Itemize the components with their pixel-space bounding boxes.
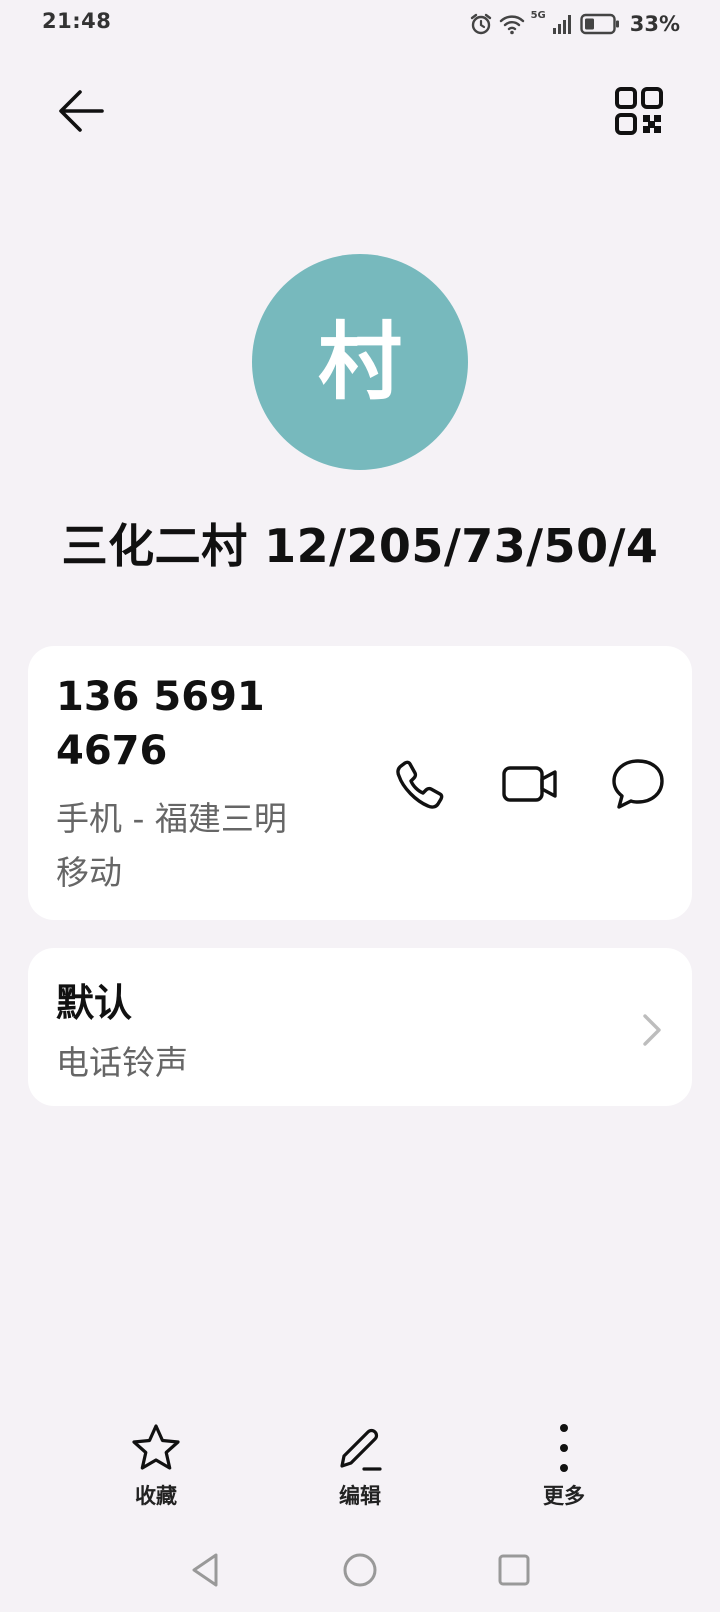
nav-home-button[interactable] <box>340 1550 380 1590</box>
phone-label: 手机 - 福建三明 移动 <box>56 792 356 900</box>
status-bar: 21:48 5G 33% <box>0 0 720 48</box>
more-label: 更多 <box>543 1484 585 1508</box>
phone-number-line1: 136 5691 <box>56 674 265 720</box>
arrow-left-icon <box>59 90 104 132</box>
message-icon <box>612 759 664 809</box>
video-call-icon <box>502 766 557 802</box>
network-type: 5G <box>530 10 546 21</box>
favorite-button[interactable]: 收藏 <box>96 1420 216 1510</box>
phone-icon <box>396 760 444 809</box>
signal-icon <box>552 15 571 34</box>
ringtone-subtitle: 电话铃声 <box>56 1043 188 1082</box>
nav-back-button[interactable] <box>186 1550 226 1590</box>
contact-avatar[interactable]: 村 <box>252 254 468 470</box>
qr-code-icon <box>615 87 663 135</box>
status-icons: 5G 33% <box>469 10 680 38</box>
avatar-initial: 村 <box>317 313 402 411</box>
phone-number-line2: 4676 <box>56 728 168 774</box>
back-button[interactable] <box>54 84 108 138</box>
call-button[interactable] <box>390 754 450 814</box>
recents-square-icon <box>498 1554 530 1586</box>
chevron-right-icon <box>643 1014 661 1046</box>
status-time: 21:48 <box>42 9 112 33</box>
system-nav-bar <box>0 1540 720 1600</box>
message-button[interactable] <box>608 754 668 814</box>
nav-recents-button[interactable] <box>494 1550 534 1590</box>
edit-label: 编辑 <box>339 1484 381 1508</box>
phone-label-line2: 移动 <box>56 853 122 892</box>
ringtone-title: 默认 <box>56 981 133 1025</box>
pencil-icon <box>340 1428 382 1471</box>
star-icon <box>132 1424 180 1470</box>
bottom-action-bar: 收藏 编辑 更多 <box>0 1420 720 1530</box>
contact-name: 三化二村 12/205/73/50/4 <box>61 519 659 573</box>
battery-icon <box>580 13 619 35</box>
more-button[interactable]: 更多 <box>504 1420 624 1510</box>
qr-code-button[interactable] <box>614 86 664 136</box>
edit-button[interactable]: 编辑 <box>300 1420 420 1510</box>
favorite-label: 收藏 <box>135 1484 177 1508</box>
battery-percent: 33% <box>629 12 680 36</box>
phone-number-card[interactable]: 136 5691 4676 手机 - 福建三明 移动 <box>28 646 692 920</box>
ringtone-card[interactable]: 默认 电话铃声 <box>28 948 692 1106</box>
video-call-button[interactable] <box>500 754 560 814</box>
phone-number: 136 5691 4676 <box>56 670 356 778</box>
phone-label-line1: 手机 - 福建三明 <box>56 799 287 838</box>
back-triangle-icon <box>192 1553 218 1587</box>
alarm-icon <box>470 13 491 35</box>
home-circle-icon <box>343 1553 377 1587</box>
wifi-icon <box>499 15 524 35</box>
more-vertical-icon <box>560 1424 568 1472</box>
